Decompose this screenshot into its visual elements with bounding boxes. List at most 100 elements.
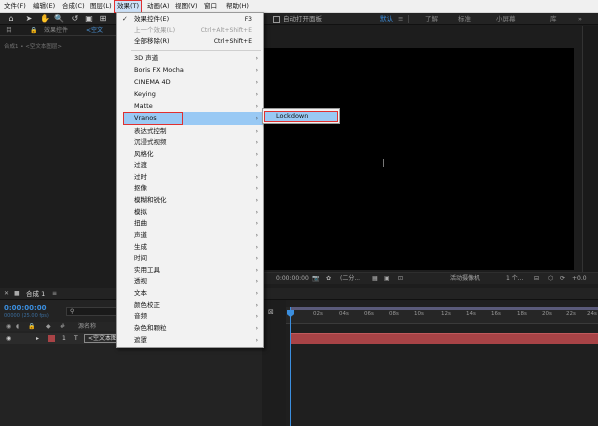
menu-item-text[interactable]: 文本 › [118, 288, 263, 299]
hamburger-icon[interactable]: ≡ [52, 290, 57, 298]
views-select[interactable]: 1 个... [506, 275, 523, 283]
menu-item-utility[interactable]: 实用工具 › [118, 265, 263, 276]
menu-item-audio[interactable]: 音频 › [118, 311, 263, 322]
pan-behind-tool-icon[interactable]: ⊞ [98, 14, 108, 24]
menu-item-label: 上一个效果(L) [134, 26, 176, 34]
camera-tool-icon[interactable]: ▣ [84, 14, 94, 24]
menu-item-vranos[interactable]: Vranos [123, 112, 183, 125]
menu-item-3d-channel[interactable]: 3D 声道 › [118, 53, 263, 64]
composition-viewer[interactable] [262, 48, 574, 270]
tab-effect-controls[interactable]: 效果控件 [44, 27, 68, 35]
workspace-learn[interactable]: 了解 [425, 15, 438, 23]
work-area-bar[interactable] [290, 307, 598, 310]
resolution-select[interactable]: (二分... [340, 275, 360, 283]
menu-view[interactable]: 视图(V) [173, 1, 200, 12]
camera-select[interactable]: 活动摄像机 [450, 275, 480, 283]
viewer-timecode[interactable]: 0:00:00:00 [276, 275, 309, 283]
chevron-right-icon: › [255, 313, 258, 320]
menu-item-perspective[interactable]: 透视 › [118, 276, 263, 287]
layout-icon[interactable]: ⊟ [534, 275, 539, 283]
menu-item-label: Vranos [134, 114, 157, 122]
menu-file[interactable]: 文件(F) [2, 1, 28, 12]
chevron-right-icon: › [255, 337, 258, 344]
col-source-name[interactable]: 源名称 [78, 323, 96, 330]
menu-item-label: 3D 声道 [134, 54, 159, 62]
menu-item-label: 扭曲 [134, 219, 147, 227]
workspace-standard[interactable]: 标准 [458, 15, 471, 23]
menu-item-remove-all[interactable]: 全部移除(R) Ctrl+Shift+E [118, 36, 263, 47]
hand-tool-icon[interactable]: ✋ [40, 14, 50, 24]
menu-composition[interactable]: 合成(C) [60, 1, 87, 12]
tab-project[interactable]: 目 [6, 27, 12, 35]
menu-item-distort[interactable]: 扭曲 › [118, 218, 263, 229]
workspace-more-icon[interactable]: » [578, 15, 582, 23]
timeline-timecode[interactable]: 0:00:00:00 [4, 304, 47, 312]
panel-menu-icon[interactable]: ■ [14, 290, 20, 298]
auto-open-checkbox[interactable] [273, 16, 280, 23]
menu-item-matte[interactable]: Matte › [118, 101, 263, 112]
expand-icon[interactable]: ▸ [36, 335, 39, 342]
menu-item-immersive-video[interactable]: 沉浸式视频 › [118, 137, 263, 148]
chevron-right-icon: › [255, 115, 258, 122]
shortcut-label: Ctrl+Shift+E [213, 38, 252, 45]
rotate-tool-icon[interactable]: ↺ [70, 14, 80, 24]
menu-item-expression-controls[interactable]: 表达式控制 › [118, 126, 263, 137]
submenu-item-lockdown[interactable]: Lockdown [264, 111, 338, 122]
effect-menu: ✓ 效果控件(E) F3 上一个效果(L) Ctrl+Alt+Shift+E 全… [116, 12, 264, 348]
ruler-label: 14s [466, 311, 476, 317]
menu-item-keying-cn[interactable]: 抠像 › [118, 183, 263, 194]
grid-icon[interactable]: ▦ [372, 275, 378, 283]
workspace-default[interactable]: 默认 [380, 15, 393, 23]
color-icon[interactable]: ✿ [326, 275, 331, 283]
visibility-icon[interactable]: ◉ [6, 335, 11, 342]
menu-item-keying[interactable]: Keying › [118, 89, 263, 100]
mask-icon[interactable]: ▣ [384, 275, 390, 283]
menu-item-obsolete[interactable]: 过时 › [118, 172, 263, 183]
tab-effect-controls-layer[interactable]: <空文 [86, 27, 103, 35]
selection-tool-icon[interactable]: ➤ [24, 14, 34, 24]
tab-comp1[interactable]: 合成 1 [26, 290, 45, 298]
menu-item-stylize[interactable]: 风格化 › [118, 149, 263, 160]
menu-window[interactable]: 窗口 [202, 1, 219, 12]
menu-help[interactable]: 帮助(H) [224, 1, 251, 12]
zoom-tool-icon[interactable]: 🔍 [54, 14, 64, 24]
exposure-value[interactable]: +0.0 [572, 275, 587, 283]
menu-item-blur-sharpen[interactable]: 模糊和锐化 › [118, 195, 263, 206]
workspace-libraries[interactable]: 库 [550, 15, 557, 23]
close-icon[interactable]: ✕ [4, 290, 9, 298]
menu-item-label: 效果控件(E) [134, 15, 170, 23]
menu-edit[interactable]: 编辑(E) [31, 1, 57, 12]
comp-nav-icon[interactable]: ⊠ [268, 308, 274, 316]
menu-item-simulation[interactable]: 模拟 › [118, 207, 263, 218]
menu-item-time[interactable]: 时间 › [118, 253, 263, 264]
menu-item-vranos-highlight[interactable]: › [183, 112, 263, 125]
menu-effect[interactable]: 效果(T) [113, 0, 143, 13]
menu-layer[interactable]: 图层(L) [88, 1, 114, 12]
layer-color-swatch[interactable] [48, 335, 55, 342]
workspace-menu-icon[interactable]: ≡ [398, 15, 403, 23]
playhead-line [290, 307, 291, 426]
menu-animation[interactable]: 动画(A) [145, 1, 172, 12]
lock-icon[interactable]: 🔒 [30, 27, 37, 35]
menu-item-matte-cn[interactable]: 遮罩 › [118, 335, 263, 346]
eye-icon: ◉ [6, 323, 12, 330]
workspace-small-screen[interactable]: 小屏幕 [496, 15, 516, 23]
menu-item-effect-controls[interactable]: ✓ 效果控件(E) F3 [118, 14, 263, 25]
menu-item-generate[interactable]: 生成 › [118, 242, 263, 253]
menu-item-cinema-4d[interactable]: CINEMA 4D › [118, 77, 263, 88]
chevron-right-icon: › [255, 139, 258, 146]
menu-item-noise-grain[interactable]: 杂色和颗粒 › [118, 323, 263, 334]
menu-item-boris-fx-mocha[interactable]: Boris FX Mocha › [118, 65, 263, 76]
chevron-right-icon: › [255, 55, 258, 62]
region-icon[interactable]: ⊡ [398, 275, 403, 283]
render-icon[interactable]: ⟳ [560, 275, 565, 283]
home-icon[interactable]: ⌂ [6, 14, 16, 24]
menu-item-color-correction[interactable]: 颜色校正 › [118, 300, 263, 311]
menu-item-channel[interactable]: 声道 › [118, 230, 263, 241]
layer-duration-bar[interactable] [291, 333, 598, 344]
snapshot-icon[interactable]: 📷 [312, 275, 319, 283]
menu-item-label: 遮罩 [134, 336, 147, 344]
menu-item-transition[interactable]: 过渡 › [118, 160, 263, 171]
layer-number: 1 [62, 335, 66, 342]
3d-icon[interactable]: ⬡ [548, 275, 553, 283]
